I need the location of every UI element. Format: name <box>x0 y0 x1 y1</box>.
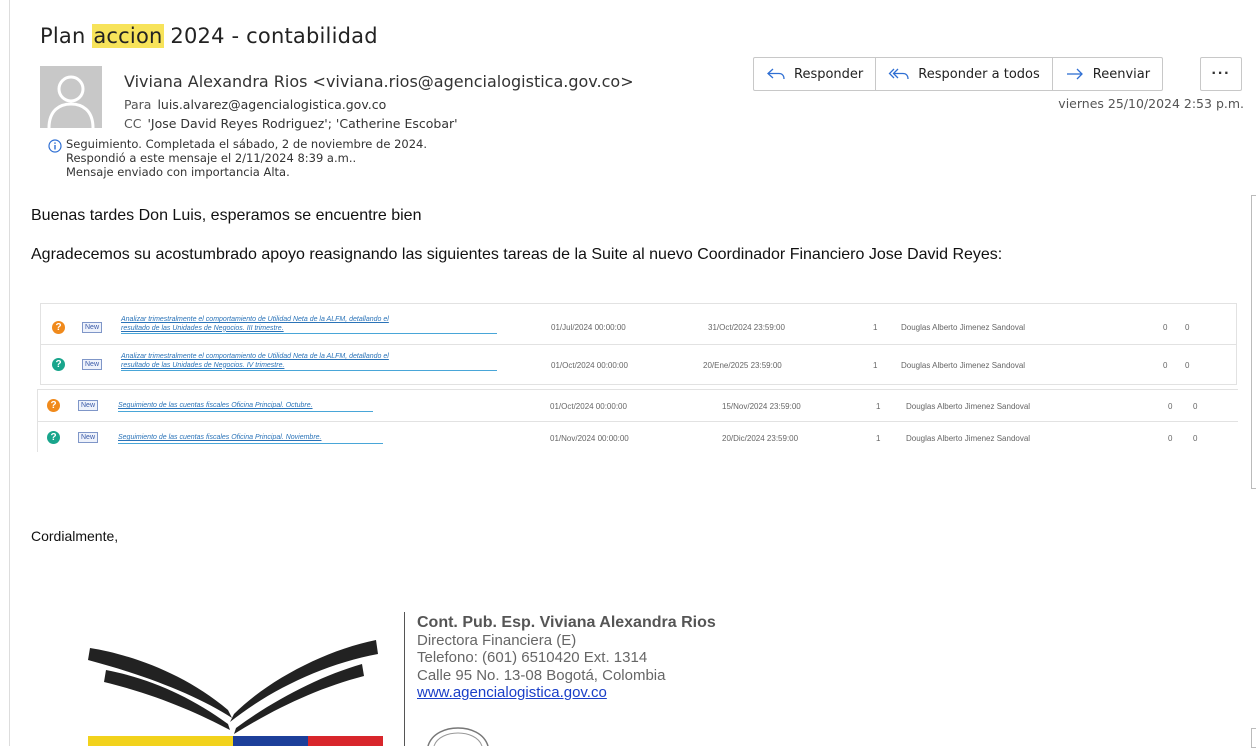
info-line-importance: Mensaje enviado con importancia Alta. <box>66 165 290 179</box>
task-owner: Douglas Alberto Jimenez Sandoval <box>906 434 1031 443</box>
task-value: 0 <box>1185 361 1190 370</box>
task-start: 01/Nov/2024 00:00:00 <box>550 434 629 443</box>
task-value: 0 <box>1168 402 1173 411</box>
task-link[interactable]: Seguimiento de las cuentas fiscales Ofic… <box>118 402 373 412</box>
reply-all-icon <box>888 68 909 80</box>
task-start: 01/Oct/2024 00:00:00 <box>550 402 627 411</box>
task-link[interactable]: Seguimiento de las cuentas fiscales Ofic… <box>118 434 383 444</box>
subject-prefix: Plan <box>40 24 93 48</box>
email-subject: Plan accion 2024 - contabilidad <box>40 24 378 48</box>
task-end: 20/Ene/2025 23:59:00 <box>703 361 782 370</box>
table-row: ? New Analizar trimestralmente el compor… <box>41 306 1236 344</box>
task-end: 31/Oct/2024 23:59:00 <box>708 323 785 332</box>
reply-all-label: Responder a todos <box>918 66 1040 82</box>
closing: Cordialmente, <box>31 528 119 544</box>
signature-phone: Telefono: (601) 6510420 Ext. 1314 <box>417 649 648 666</box>
signature-title: Directora Financiera (E) <box>417 631 577 649</box>
new-badge: New <box>78 400 99 411</box>
to-label: Para <box>124 97 152 112</box>
scrollbar[interactable] <box>1251 195 1256 489</box>
signature-website-link[interactable]: www.agencialogistica.gov.co <box>417 684 716 702</box>
question-icon: ? <box>52 321 65 334</box>
subject-suffix: 2024 - contabilidad <box>163 24 378 48</box>
task-count: 1 <box>873 361 878 370</box>
signature: Cont. Pub. Esp. Viviana Alexandra Rios D… <box>417 614 716 702</box>
task-count: 1 <box>876 434 881 443</box>
window-edge <box>0 0 10 746</box>
signature-name: Cont. Pub. Esp. Viviana Alexandra Rios <box>417 614 716 631</box>
more-icon[interactable]: ··· <box>1200 57 1242 91</box>
info-line-replied: Respondió a este mensaje el 2/11/2024 8:… <box>66 151 357 165</box>
message-info: Seguimiento. Completada el sábado, 2 de … <box>48 137 427 179</box>
task-owner: Douglas Alberto Jimenez Sandoval <box>901 361 1026 370</box>
task-start: 01/Jul/2024 00:00:00 <box>551 323 626 332</box>
cc-recipients[interactable]: 'Jose David Reyes Rodriguez'; 'Catherine… <box>147 116 457 131</box>
greeting: Buenas tardes Don Luis, esperamos se enc… <box>31 207 422 224</box>
to-line: Para luis.alvarez@agencialogistica.gov.co <box>124 97 386 112</box>
task-value: 0 <box>1163 323 1168 332</box>
task-value: 0 <box>1193 434 1198 443</box>
question-icon: ? <box>47 431 60 444</box>
task-count: 1 <box>873 323 878 332</box>
new-badge: New <box>78 432 99 443</box>
info-line-followup: Seguimiento. Completada el sábado, 2 de … <box>66 137 427 151</box>
to-recipient[interactable]: luis.alvarez@agencialogistica.gov.co <box>157 97 386 112</box>
task-end: 20/Dic/2024 23:59:00 <box>722 434 799 443</box>
signature-address: Calle 95 No. 13-08 Bogotá, Colombia <box>417 666 666 684</box>
forward-label: Reenviar <box>1092 66 1151 82</box>
new-badge: New <box>82 322 103 333</box>
question-icon: ? <box>47 399 60 412</box>
task-title-line: Analizar trimestralmente el comportamien… <box>121 353 389 360</box>
info-icon <box>48 139 62 153</box>
avatar-icon <box>40 66 102 129</box>
task-table-quarterly: ? New Analizar trimestralmente el compor… <box>40 303 1237 385</box>
task-start: 01/Oct/2024 00:00:00 <box>551 361 628 370</box>
cc-line: CC 'Jose David Reyes Rodriguez'; 'Catheri… <box>124 116 458 131</box>
signature-divider <box>404 612 405 746</box>
task-value: 0 <box>1168 434 1173 443</box>
reply-button[interactable]: Responder <box>754 58 877 90</box>
new-badge: New <box>82 359 103 370</box>
task-count: 1 <box>876 402 881 411</box>
cc-label: CC <box>124 116 142 131</box>
table-row: ? New Seguimiento de las cuentas fiscale… <box>38 422 1238 460</box>
sender[interactable]: Viviana Alexandra Rios <viviana.rios@age… <box>124 72 634 91</box>
task-title-line: resultado de las Unidades de Negocios. I… <box>121 324 284 332</box>
task-owner: Douglas Alberto Jimenez Sandoval <box>901 323 1026 332</box>
task-owner: Douglas Alberto Jimenez Sandoval <box>906 402 1031 411</box>
body-paragraph: Agradecemos su acostumbrado apoyo reasig… <box>31 246 1003 263</box>
task-table-fiscal: ? New Seguimiento de las cuentas fiscale… <box>37 389 1238 452</box>
certification-seal-icon <box>426 727 490 751</box>
question-icon: ? <box>52 358 65 371</box>
forward-icon <box>1066 68 1083 80</box>
reply-label: Responder <box>794 66 864 82</box>
scrollbar-lower[interactable] <box>1251 728 1256 748</box>
subject-highlight: accion <box>92 24 164 48</box>
task-value: 0 <box>1163 361 1168 370</box>
task-value: 0 <box>1185 323 1190 332</box>
task-title-line: Analizar trimestralmente el comportamien… <box>121 316 389 323</box>
reply-all-button[interactable]: Responder a todos <box>876 58 1053 90</box>
task-link[interactable]: Analizar trimestralmente el comportamien… <box>121 353 497 371</box>
task-value: 0 <box>1193 402 1198 411</box>
reply-icon <box>767 68 785 80</box>
task-end: 15/Nov/2024 23:59:00 <box>722 402 801 411</box>
message-toolbar: Responder Responder a todos Reenviar <box>753 57 1164 91</box>
task-title-line: resultado de las Unidades de Negocios. I… <box>121 361 285 369</box>
agency-logo <box>78 630 388 751</box>
task-link[interactable]: Analizar trimestralmente el comportamien… <box>121 316 497 334</box>
forward-button[interactable]: Reenviar <box>1053 58 1162 90</box>
sent-date: viernes 25/10/2024 2:53 p.m. <box>1058 96 1244 111</box>
table-row: ? New Analizar trimestralmente el compor… <box>41 345 1236 383</box>
